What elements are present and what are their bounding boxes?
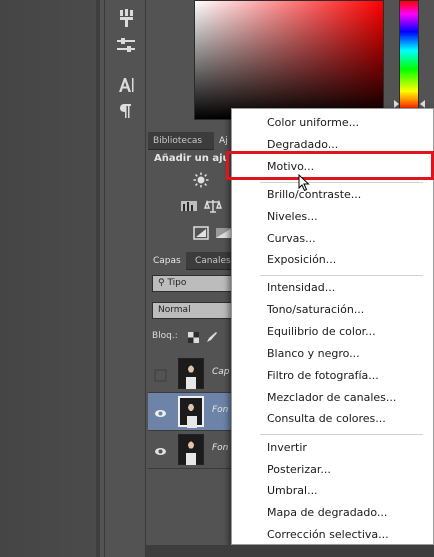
menu-item-curvas[interactable]: Curvas... — [267, 231, 316, 247]
layer-row-selected[interactable]: Fon — [148, 393, 238, 431]
menu-item-posterizar[interactable]: Posterizar... — [267, 462, 331, 478]
hue-arrow-left-icon[interactable] — [394, 100, 399, 108]
adjustments-title: Añadir un aju — [154, 153, 230, 164]
layer-row[interactable]: Fon — [148, 431, 238, 469]
layer-thumbnail — [178, 358, 204, 389]
visibility-off-box[interactable] — [154, 367, 167, 382]
menu-item-invertir[interactable]: Invertir — [267, 440, 307, 456]
menu-item-brillo-contraste[interactable]: Brillo/contraste... — [267, 187, 361, 203]
lock-transparency-icon[interactable] — [188, 332, 199, 346]
layer-filter-label: Tipo — [167, 278, 187, 288]
menu-item-niveles[interactable]: Niveles... — [267, 209, 318, 225]
eye-icon[interactable] — [154, 405, 167, 418]
menu-item-color-uniforme[interactable]: Color uniforme... — [267, 115, 359, 131]
menu-item-equilibrio-color[interactable]: Equilibrio de color... — [267, 324, 376, 340]
tab-ajustes[interactable]: Aj — [214, 132, 233, 150]
highlight-box — [226, 151, 434, 180]
menu-item-exposicion[interactable]: Exposición... — [267, 252, 336, 268]
lock-row: Bloq.: — [152, 331, 217, 343]
menu-item-umbral[interactable]: Umbral... — [267, 483, 318, 499]
layers-bottom-toolbar — [146, 545, 434, 557]
layer-thumbnail — [178, 434, 204, 465]
hue-slider[interactable] — [399, 0, 419, 112]
tab-canales[interactable]: Canales — [190, 252, 236, 270]
layer-name[interactable]: Fon — [212, 443, 228, 453]
menu-item-consulta-colores[interactable]: Consulta de colores... — [267, 411, 386, 427]
tool-strip — [104, 0, 146, 557]
layer-filter-select[interactable]: ⚲ Tipo — [152, 275, 242, 292]
layer-row[interactable]: Cap — [148, 355, 238, 393]
menu-item-tono-saturacion[interactable]: Tono/saturación... — [267, 302, 364, 318]
paragraph-icon[interactable] — [114, 102, 138, 124]
menu-item-correccion-selectiva[interactable]: Corrección selectiva... — [267, 527, 389, 543]
blend-mode-select[interactable]: Normal — [152, 302, 242, 319]
balance-icon[interactable] — [204, 198, 222, 214]
character-panel-icon[interactable] — [114, 76, 138, 98]
menu-item-blanco-negro[interactable]: Blanco y negro... — [267, 346, 360, 362]
menu-separator — [260, 182, 423, 183]
tab-bibliotecas[interactable]: Bibliotecas — [148, 132, 207, 150]
layer-name[interactable]: Cap — [212, 367, 230, 377]
color-field[interactable] — [194, 0, 384, 120]
tab-capas[interactable]: Capas — [148, 252, 186, 270]
menu-separator — [260, 275, 423, 276]
lock-label: Bloq.: — [152, 331, 178, 341]
eye-icon[interactable] — [154, 443, 167, 456]
menu-item-mezclador-canales[interactable]: Mezclador de canales... — [267, 390, 396, 406]
menu-separator — [260, 434, 423, 435]
hue-arrow-right-icon[interactable] — [420, 100, 425, 108]
menu-item-mapa-degradado[interactable]: Mapa de degradado... — [267, 505, 387, 521]
invert-icon[interactable] — [192, 225, 210, 241]
sliders-icon[interactable] — [114, 36, 138, 58]
layer-thumbnail — [178, 396, 204, 428]
workspace-edge — [96, 0, 100, 557]
levels-icon[interactable] — [180, 198, 198, 214]
paint-brushes-icon[interactable] — [114, 8, 138, 30]
brightness-icon[interactable] — [192, 172, 210, 188]
menu-item-filtro-fotografia[interactable]: Filtro de fotografía... — [267, 368, 379, 384]
layer-name[interactable]: Fon — [212, 405, 228, 415]
mouse-cursor-icon — [298, 173, 310, 192]
menu-item-intensidad[interactable]: Intensidad... — [267, 280, 335, 296]
lock-pixels-brush-icon[interactable] — [206, 331, 218, 346]
canvas-workspace — [0, 0, 100, 557]
